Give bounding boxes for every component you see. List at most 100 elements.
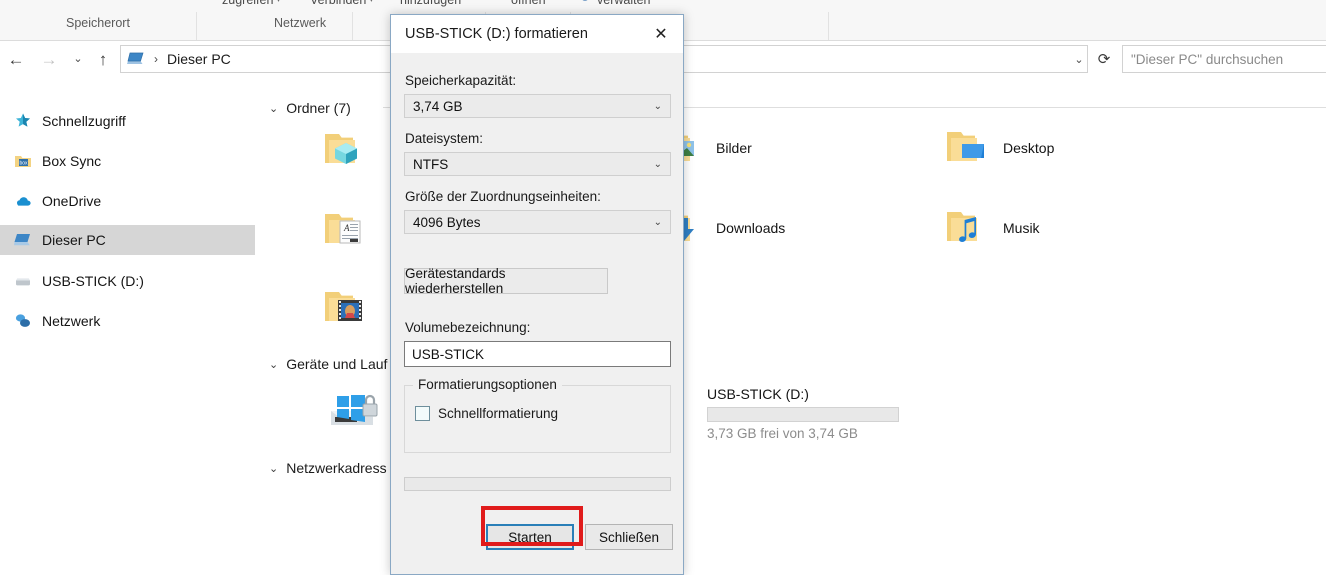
chevron-down-icon: ⌄	[269, 358, 279, 371]
quickformat-row[interactable]: Schnellformatierung	[415, 406, 558, 421]
filesystem-value: NTFS	[413, 156, 449, 172]
ribbon-command-hinzufuegen[interactable]: hinzufügen	[400, 0, 461, 7]
back-arrow-icon[interactable]: ←	[3, 46, 29, 72]
sidebar-item-dieser-pc[interactable]: Dieser PC	[0, 225, 255, 255]
volume-label-caption: Volumebezeichnung:	[405, 320, 531, 335]
start-button[interactable]: Starten	[486, 524, 574, 550]
folder-desktop-icon	[945, 127, 991, 169]
ribbon-command-label: hinzufügen	[400, 0, 462, 7]
svg-text:box: box	[19, 161, 28, 167]
filesystem-label: Dateisystem:	[405, 131, 484, 146]
volume-label-value: USB-STICK	[412, 346, 485, 362]
breadcrumb-separator: ›	[154, 52, 158, 66]
group-header-netzwerkadressen[interactable]: ⌄ Netzwerkadress	[269, 460, 387, 476]
refresh-icon[interactable]: ⟳	[1092, 45, 1116, 73]
restore-defaults-button[interactable]: Gerätestandards wiederherstellen	[404, 266, 608, 296]
network-manage-icon	[582, 0, 588, 1]
dialog-body: Speicherkapazität: 3,74 GB ⌄ Dateisystem…	[391, 53, 683, 574]
list-item-label: Desktop	[1003, 140, 1055, 156]
group-header-label: Netzwerkadress	[286, 460, 387, 476]
folder-music-icon	[945, 207, 991, 249]
cloud-icon	[14, 192, 32, 210]
sidebar-item-label: Netzwerk	[42, 313, 101, 329]
ribbon-divider	[196, 12, 197, 40]
up-arrow-icon[interactable]: ↑	[90, 46, 116, 72]
allocation-size-value: 4096 Bytes	[413, 214, 481, 230]
ribbon-command-verwalten[interactable]: verwalten	[582, 0, 651, 7]
sidebar-item-netzwerk[interactable]: Netzwerk	[0, 306, 255, 336]
folder-3d-objects-icon	[323, 129, 369, 171]
recent-locations-chevron-down-icon[interactable]: ⌄	[65, 46, 91, 72]
chevron-down-icon: ⌄	[269, 102, 279, 115]
list-item-label: Musik	[1003, 220, 1040, 236]
sidebar-item-usb-stick[interactable]: USB-STICK (D:)	[0, 266, 255, 296]
capacity-value: 3,74 GB	[413, 98, 463, 114]
navigation-sidebar: Schnellzugriff box Box Sync OneDrive Die…	[0, 81, 255, 575]
group-header-ordner[interactable]: ⌄ Ordner (7)	[269, 100, 351, 116]
ribbon-command-label: verwalten	[597, 0, 651, 7]
format-options-fieldset: Formatierungsoptionen Schnellformatierun…	[404, 377, 671, 453]
ribbon-commands-row: zugreifen▾ Verbinden▾ hinzufügen öffnen	[0, 0, 1326, 11]
this-pc-icon	[127, 52, 144, 64]
drive-capacity-bar	[707, 407, 899, 422]
quickformat-checkbox[interactable]	[415, 406, 430, 421]
ribbon-divider	[352, 12, 353, 40]
allocation-size-select[interactable]: 4096 Bytes ⌄	[404, 210, 671, 234]
allocation-size-label: Größe der Zuordnungseinheiten:	[405, 189, 601, 204]
capacity-label: Speicherkapazität:	[405, 73, 517, 88]
filesystem-select[interactable]: NTFS ⌄	[404, 152, 671, 176]
list-item[interactable]	[323, 386, 378, 428]
list-item[interactable]	[323, 287, 369, 329]
ribbon-group-netzwerk: Netzwerk	[274, 16, 327, 30]
search-input[interactable]: "Dieser PC" durchsuchen	[1122, 45, 1326, 73]
address-chevron-down-icon[interactable]: ⌄	[1068, 45, 1090, 73]
this-pc-icon	[14, 231, 32, 249]
windows-drive-icon	[323, 386, 378, 428]
ribbon-command-label: zugreifen	[222, 0, 274, 7]
list-item[interactable]: Desktop	[945, 127, 1054, 169]
sidebar-item-box-sync[interactable]: box Box Sync	[0, 146, 255, 176]
group-header-label: Geräte und Lauf	[286, 356, 388, 372]
sidebar-item-onedrive[interactable]: OneDrive	[0, 186, 255, 216]
search-placeholder: "Dieser PC" durchsuchen	[1131, 51, 1284, 67]
group-header-label: Ordner (7)	[286, 100, 351, 116]
sidebar-item-label: Box Sync	[42, 153, 102, 169]
ribbon-command-verbinden[interactable]: Verbinden▾	[310, 0, 373, 7]
breadcrumb[interactable]: Dieser PC	[167, 51, 231, 67]
chevron-down-icon: ⌄	[653, 100, 662, 112]
format-progress-bar	[404, 477, 671, 491]
sidebar-item-label: Dieser PC	[42, 232, 106, 248]
list-item[interactable]: Musik	[945, 207, 1040, 249]
list-item-label: Bilder	[716, 140, 752, 156]
capacity-select[interactable]: 3,74 GB ⌄	[404, 94, 671, 118]
list-item[interactable]	[323, 129, 369, 171]
sidebar-item-label: OneDrive	[42, 193, 102, 209]
format-options-legend: Formatierungsoptionen	[413, 377, 562, 392]
ribbon-command-label: Verbinden	[310, 0, 367, 7]
sidebar-item-schnellzugriff[interactable]: Schnellzugriff	[0, 106, 255, 136]
list-item[interactable]: A	[323, 209, 369, 251]
ribbon-group-speicherort: Speicherort	[66, 16, 130, 30]
ribbon-command-label: öffnen	[511, 0, 546, 7]
close-button[interactable]: Schließen	[585, 524, 673, 550]
close-icon[interactable]: ✕	[639, 15, 683, 53]
usb-drive-icon	[14, 272, 32, 290]
sidebar-item-label: USB-STICK (D:)	[42, 273, 144, 289]
sidebar-item-label: Schnellzugriff	[42, 113, 126, 129]
star-icon	[14, 112, 32, 130]
forward-arrow-icon: →	[40, 49, 58, 69]
group-header-geraete[interactable]: ⌄ Geräte und Lauf	[269, 356, 387, 372]
ribbon-command-oeffnen[interactable]: öffnen	[511, 0, 546, 7]
volume-label-input[interactable]: USB-STICK	[404, 341, 671, 367]
chevron-down-icon: ⌄	[269, 462, 279, 475]
dialog-title: USB-STICK (D:) formatieren	[405, 26, 588, 42]
drive-tile-usb-stick[interactable]: USB-STICK (D:) 3,73 GB frei von 3,74 GB	[707, 386, 899, 441]
ribbon-command-zugreifen[interactable]: zugreifen▾	[222, 0, 280, 7]
quickformat-label: Schnellformatierung	[438, 406, 559, 421]
list-item-label: Downloads	[716, 220, 786, 236]
drive-free-space: 3,73 GB frei von 3,74 GB	[707, 426, 858, 441]
dialog-titlebar[interactable]: USB-STICK (D:) formatieren ✕	[391, 15, 683, 53]
chevron-down-icon: ⌄	[653, 216, 662, 228]
chevron-down-icon: ▾	[369, 0, 373, 4]
folder-documents-icon: A	[323, 209, 369, 251]
